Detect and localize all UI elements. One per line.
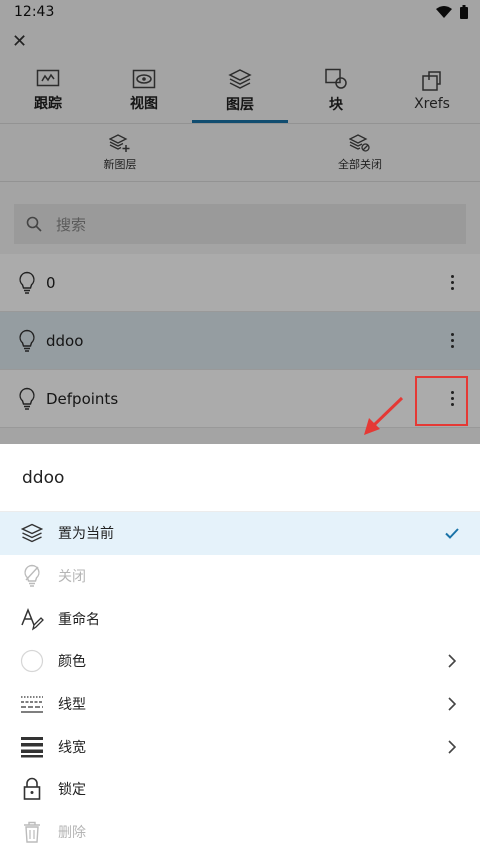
chevron-right-icon (444, 654, 460, 668)
layers-current-icon (20, 521, 44, 545)
lock-item[interactable]: 锁定 (0, 768, 480, 811)
layer-options-sheet: ddoo 置为当前 关闭 重命名 颜色 线型 线宽 锁定 删除 (0, 444, 480, 854)
menu-label: 线宽 (58, 739, 86, 756)
linetype-icon (20, 692, 44, 716)
set-current-item[interactable]: 置为当前 (0, 512, 480, 555)
rename-item[interactable]: 重命名 (0, 597, 480, 640)
lock-icon (20, 777, 44, 801)
color-item[interactable]: 颜色 (0, 640, 480, 683)
rename-icon (20, 607, 44, 631)
menu-label: 颜色 (58, 654, 86, 671)
turn-off-item: 关闭 (0, 555, 480, 598)
lineweight-item[interactable]: 线宽 (0, 725, 480, 768)
scrim[interactable] (0, 0, 480, 444)
menu-label: 线型 (58, 697, 86, 714)
delete-item: 删除 (0, 811, 480, 854)
menu-label: 重命名 (58, 611, 100, 628)
menu-label: 删除 (58, 825, 86, 842)
menu-label: 锁定 (58, 782, 86, 799)
color-swatch-icon (20, 649, 44, 673)
annotation-arrow-icon (364, 396, 404, 435)
trash-icon (20, 820, 44, 844)
chevron-right-icon (444, 740, 460, 754)
chevron-right-icon (444, 697, 460, 711)
menu-label: 关闭 (58, 569, 86, 586)
lineweight-icon (20, 735, 44, 759)
sheet-title: ddoo (0, 444, 480, 512)
checkmark-icon (444, 528, 460, 539)
lightbulb-off-icon (20, 564, 44, 588)
annotation-highlight-box (415, 376, 468, 426)
linetype-item[interactable]: 线型 (0, 683, 480, 726)
menu-label: 置为当前 (58, 526, 114, 543)
